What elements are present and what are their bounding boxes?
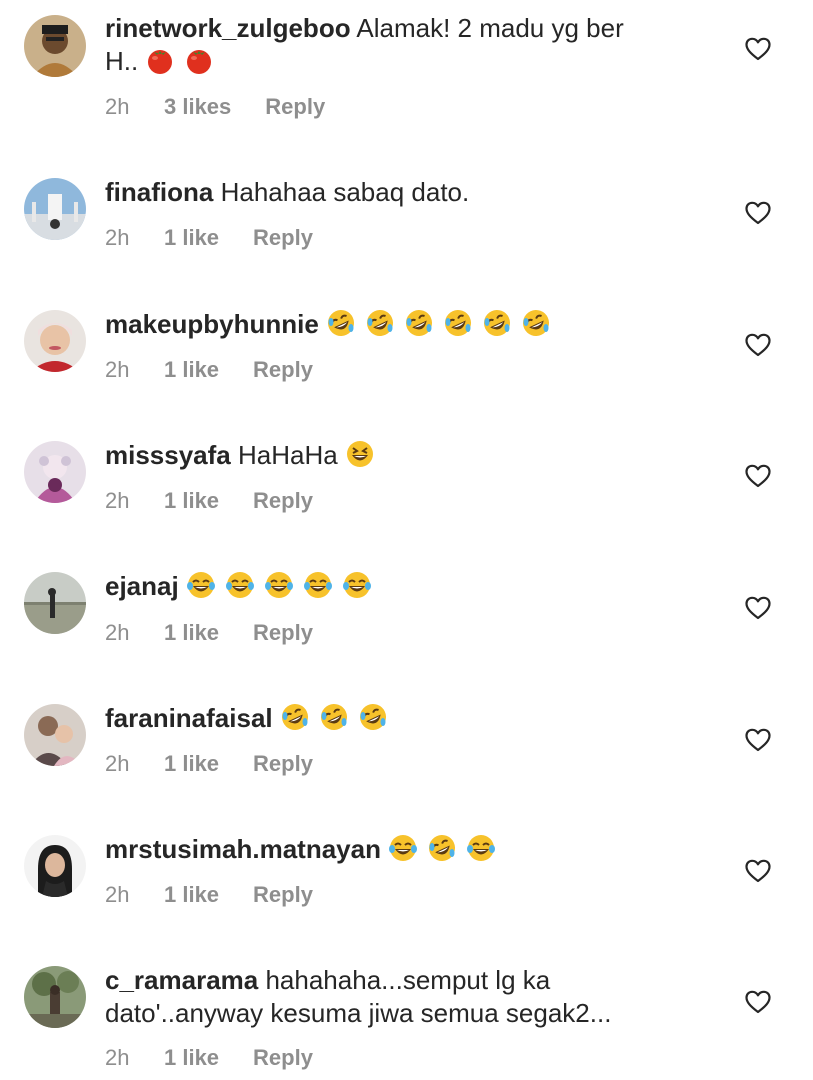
rofl-emoji (521, 308, 551, 338)
comment-body: rinetwork_zulgeboo Alamak! 2 madu yg ber… (105, 12, 705, 78)
rofl-emoji (280, 702, 310, 732)
rofl-emoji (358, 702, 388, 732)
joy-emoji (225, 570, 255, 600)
comment-time: 2h (105, 1045, 130, 1070)
joy-emoji (466, 833, 496, 863)
comment-body: mrstusimah.matnayan (105, 833, 705, 866)
avatar[interactable] (24, 572, 86, 634)
tomato-emoji (184, 45, 214, 75)
comment-username[interactable]: misssyafa (105, 440, 231, 470)
heart-outline-icon[interactable] (745, 37, 771, 61)
comment-likes[interactable]: 1 like (164, 225, 219, 251)
joy-emoji (342, 570, 372, 600)
comment-text-continued: H.. (105, 46, 139, 76)
comment-meta: 2h 3 likes Reply (105, 94, 325, 120)
comment-text: HaHaHa (238, 440, 338, 470)
comment-text: Alamak! 2 madu yg ber (356, 13, 624, 43)
comment-time: 2h (105, 620, 130, 645)
heart-outline-icon[interactable] (745, 859, 771, 883)
heart-outline-icon[interactable] (745, 596, 771, 620)
joy-emoji (303, 570, 333, 600)
comment-text: Hahahaa sabaq dato. (220, 177, 470, 207)
comment-meta: 2h 1 like Reply (105, 488, 313, 514)
rofl-emoji (404, 308, 434, 338)
heart-outline-icon[interactable] (745, 990, 771, 1014)
heart-outline-icon[interactable] (745, 464, 771, 488)
comment-meta: 2h 1 like Reply (105, 1045, 313, 1071)
comment-username[interactable]: faraninafaisal (105, 703, 273, 733)
comment-body: faraninafaisal (105, 702, 705, 735)
avatar[interactable] (24, 966, 86, 1028)
comment-username[interactable]: makeupbyhunnie (105, 309, 319, 339)
reply-button[interactable]: Reply (265, 94, 325, 120)
comment-time: 2h (105, 882, 130, 907)
comment-likes[interactable]: 1 like (164, 882, 219, 908)
comment-username[interactable]: ejanaj (105, 571, 179, 601)
comment-time: 2h (105, 357, 130, 382)
comment-meta: 2h 1 like Reply (105, 225, 313, 251)
avatar[interactable] (24, 441, 86, 503)
comment-meta: 2h 1 like Reply (105, 751, 313, 777)
comment-body: c_ramarama hahahaha...semput lg ka dato'… (105, 964, 705, 1030)
laughing-emoji (345, 439, 375, 469)
comment-username[interactable]: finafiona (105, 177, 213, 207)
joy-emoji (186, 570, 216, 600)
comment-likes[interactable]: 1 like (164, 751, 219, 777)
heart-outline-icon[interactable] (745, 728, 771, 752)
comment-body: ejanaj (105, 570, 705, 603)
comment-time: 2h (105, 751, 130, 776)
rofl-emoji (427, 833, 457, 863)
reply-button[interactable]: Reply (253, 357, 313, 383)
reply-button[interactable]: Reply (253, 751, 313, 777)
comment-likes[interactable]: 1 like (164, 488, 219, 514)
tomato-emoji (145, 45, 175, 75)
comment-username[interactable]: c_ramarama (105, 965, 258, 995)
comment-text-continued: dato'..anyway kesuma jiwa semua segak2..… (105, 998, 612, 1028)
comment-username[interactable]: mrstusimah.matnayan (105, 834, 381, 864)
comment-body: misssyafa HaHaHa (105, 439, 705, 472)
rofl-emoji (482, 308, 512, 338)
comment-meta: 2h 1 like Reply (105, 620, 313, 646)
rofl-emoji (443, 308, 473, 338)
comment-time: 2h (105, 94, 130, 119)
comment-likes[interactable]: 1 like (164, 620, 219, 646)
avatar[interactable] (24, 178, 86, 240)
comment-username[interactable]: rinetwork_zulgeboo (105, 13, 351, 43)
comment-meta: 2h 1 like Reply (105, 882, 313, 908)
comment-likes[interactable]: 1 like (164, 357, 219, 383)
rofl-emoji (365, 308, 395, 338)
comment-body: finafiona Hahahaa sabaq dato. (105, 176, 705, 209)
joy-emoji (388, 833, 418, 863)
reply-button[interactable]: Reply (253, 1045, 313, 1071)
reply-button[interactable]: Reply (253, 225, 313, 251)
reply-button[interactable]: Reply (253, 488, 313, 514)
heart-outline-icon[interactable] (745, 333, 771, 357)
comment-time: 2h (105, 225, 130, 250)
rofl-emoji (326, 308, 356, 338)
reply-button[interactable]: Reply (253, 620, 313, 646)
comment-text: hahahaha...semput lg ka (265, 965, 551, 995)
reply-button[interactable]: Reply (253, 882, 313, 908)
comment-meta: 2h 1 like Reply (105, 357, 313, 383)
rofl-emoji (319, 702, 349, 732)
heart-outline-icon[interactable] (745, 201, 771, 225)
avatar[interactable] (24, 310, 86, 372)
comment-time: 2h (105, 488, 130, 513)
comment-likes[interactable]: 1 like (164, 1045, 219, 1071)
joy-emoji (264, 570, 294, 600)
comment-likes[interactable]: 3 likes (164, 94, 231, 120)
comment-body: makeupbyhunnie (105, 308, 705, 341)
avatar[interactable] (24, 704, 86, 766)
avatar[interactable] (24, 835, 86, 897)
avatar[interactable] (24, 15, 86, 77)
